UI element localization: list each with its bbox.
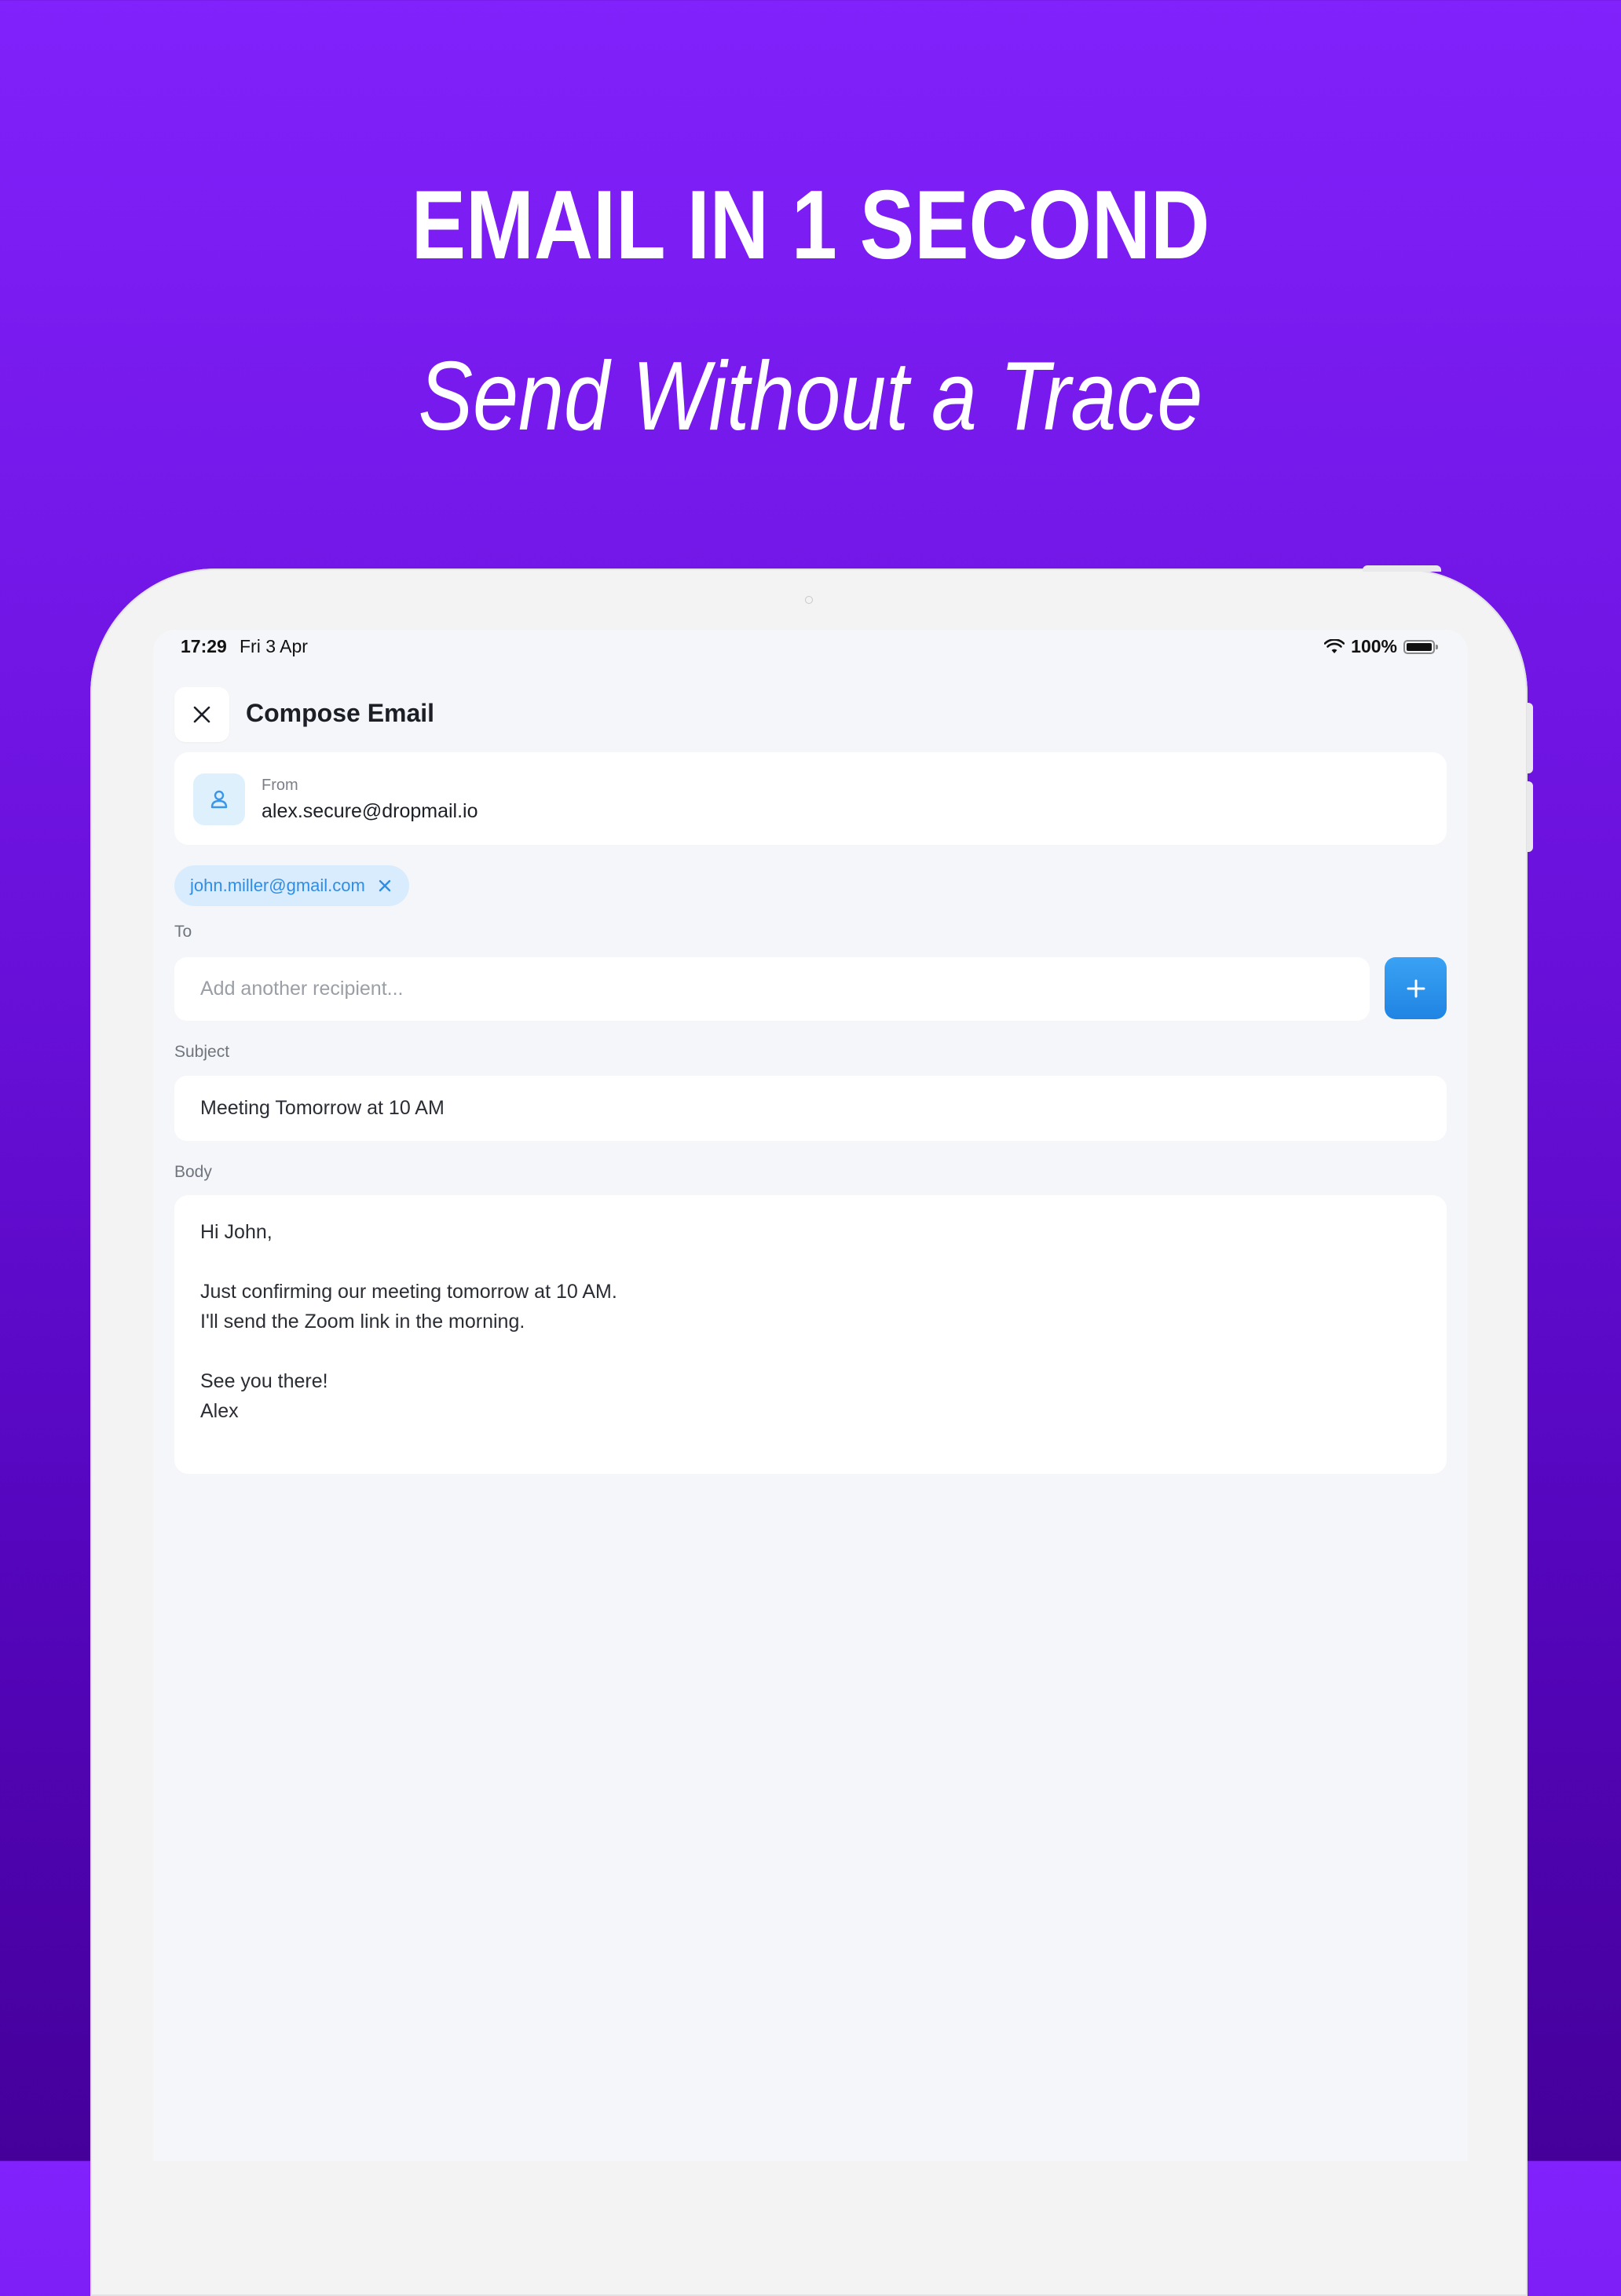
status-indicators: 100% xyxy=(1324,636,1438,657)
from-card: From alex.secure@dropmail.io xyxy=(174,752,1447,845)
app-screen: 17:29 Fri 3 Apr 100% Compose Email From … xyxy=(153,630,1468,2161)
subject-label: Subject xyxy=(174,1043,230,1061)
body-line: Just confirming our meeting tomorrow at … xyxy=(200,1281,617,1303)
subject-input[interactable]: Meeting Tomorrow at 10 AM xyxy=(174,1076,1447,1141)
from-label: From xyxy=(262,777,298,794)
body-line: Alex xyxy=(200,1400,239,1422)
status-time: 17:29 xyxy=(181,636,227,656)
body-line: I'll send the Zoom link in the morning. xyxy=(200,1311,525,1333)
recipient-chip-email: john.miller@gmail.com xyxy=(190,876,365,895)
body-line xyxy=(200,1247,1421,1277)
body-label: Body xyxy=(174,1163,212,1181)
remove-recipient-button[interactable] xyxy=(378,879,392,893)
plus-icon xyxy=(1407,979,1425,997)
promo-headline: EMAIL IN 1 SECOND xyxy=(411,171,1210,280)
camera-icon xyxy=(805,596,813,604)
device-volume-up-button xyxy=(1527,703,1533,773)
battery-icon xyxy=(1403,639,1438,654)
device-top-button xyxy=(1363,565,1441,572)
close-icon xyxy=(193,706,210,723)
wifi-icon xyxy=(1324,638,1345,653)
body-line: Hi John, xyxy=(200,1221,273,1243)
promo-subheadline: Send Without a Trace xyxy=(418,342,1203,451)
to-label: To xyxy=(174,923,192,941)
from-address: alex.secure@dropmail.io xyxy=(262,800,478,822)
add-recipient-button[interactable] xyxy=(1385,957,1447,1019)
page-title: Compose Email xyxy=(246,699,435,727)
status-bar: 17:29 Fri 3 Apr 100% xyxy=(153,630,1468,661)
body-line: See you there! xyxy=(200,1370,328,1392)
close-icon xyxy=(379,879,391,892)
recipient-input[interactable]: Add another recipient... xyxy=(174,957,1370,1021)
body-line xyxy=(200,1336,1421,1366)
status-date: Fri 3 Apr xyxy=(240,636,308,656)
recipient-chip[interactable]: john.miller@gmail.com xyxy=(174,865,409,906)
device-volume-down-button xyxy=(1527,781,1533,852)
body-textarea[interactable]: Hi John, Just confirming our meeting tom… xyxy=(174,1195,1447,1474)
person-icon xyxy=(210,790,228,809)
battery-percentage: 100% xyxy=(1351,636,1397,656)
from-avatar xyxy=(193,773,245,825)
close-button[interactable] xyxy=(174,687,229,742)
